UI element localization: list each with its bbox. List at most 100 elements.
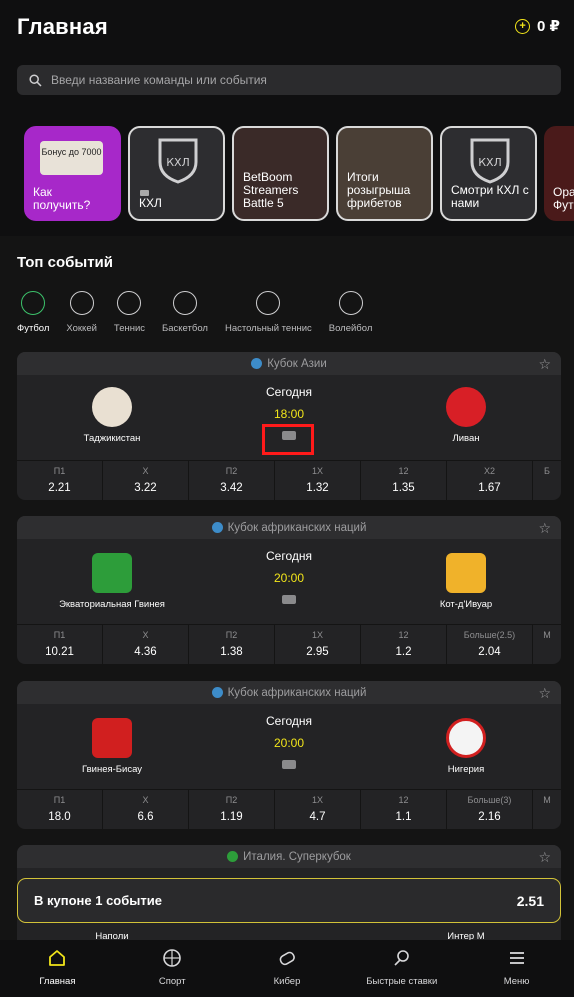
nav-label: Меню [503,976,530,987]
odd-button[interactable]: Больше(2.5) 2.04 [447,625,533,664]
search-bar[interactable] [17,65,561,95]
odd-value: 2.21 [48,482,71,494]
team-name: Кот-д'Ивуар [439,599,493,610]
promo-label: Оракул Футбол [553,185,574,212]
odd-label: Х [142,795,149,805]
highlight-box [262,424,314,455]
tab-hockey[interactable]: Хоккей [66,291,97,334]
balance-button[interactable]: + 0 ₽ [515,17,560,35]
promo-card-itogi[interactable]: Итоги розыгрыша фрибетов [336,126,433,221]
khl-logo-icon: КХЛ [158,138,198,184]
star-icon[interactable]: ☆ [538,520,551,537]
odd-label: 1Х [311,630,323,640]
team-logo [446,387,486,427]
nav-home[interactable]: Главная [0,940,115,997]
odd-button[interactable]: 1Х 1.32 [275,461,361,500]
menu-icon [509,952,524,964]
tab-table-tennis[interactable]: Настольный теннис [225,291,312,334]
odd-button[interactable]: Х 4.36 [103,625,189,664]
odd-button[interactable]: П2 3.42 [189,461,275,500]
odd-label: П2 [225,466,238,476]
away-team: Нигерия [396,718,536,775]
team-logo [92,718,132,758]
promo-card-orakul[interactable]: Оракул Футбол [544,126,574,221]
team-logo [92,553,132,593]
league-header: Кубок африканских наций ☆ [17,516,561,539]
promo-card-khl-watch[interactable]: КХЛ Смотри КХЛ с нами [440,126,537,221]
nav-menu[interactable]: Меню [459,940,574,997]
odd-button[interactable]: 1Х 4.7 [275,790,361,829]
home-team: Экваториальная Гвинея [42,553,182,610]
star-icon[interactable]: ☆ [538,849,551,866]
odd-button[interactable]: М [533,790,561,829]
match-hour: 20:00 [273,736,305,750]
odd-label: П1 [53,466,66,476]
page-title: Главная [17,14,108,39]
khl-logo-icon: КХЛ [470,138,510,184]
league-header: Кубок Азии ☆ [17,352,561,375]
nav-label: Спорт [158,976,186,987]
odd-value: 1.35 [392,482,415,494]
promo-card-bonus[interactable]: Бонус до 7000 Как получить? [24,126,121,221]
odd-button[interactable]: 12 1.35 [361,461,447,500]
odd-button[interactable]: Х 6.6 [103,790,189,829]
odd-button[interactable]: М [533,625,561,664]
nav-sport[interactable]: Спорт [115,940,230,997]
balance-value: 0 ₽ [537,18,560,35]
tab-label: Настольный теннис [224,323,312,334]
tennis-icon [117,291,142,315]
odd-button[interactable]: Б [533,461,561,500]
odd-label: Х2 [483,466,495,476]
odd-button[interactable]: П1 10.21 [17,625,103,664]
odd-button[interactable]: П2 1.38 [189,625,275,664]
odd-button[interactable]: П2 1.19 [189,790,275,829]
match-hour: 18:00 [273,407,305,421]
odd-button[interactable]: Х 3.22 [103,461,189,500]
star-icon[interactable]: ☆ [538,685,551,702]
svg-text:КХЛ: КХЛ [478,156,502,169]
match-card[interactable]: Кубок Азии ☆ Таджикистан Сегодня 18:00 Лив… [17,352,561,500]
coupon-bar[interactable]: В купоне 1 событие 2.51 [17,878,561,923]
odd-button[interactable]: 1Х 2.95 [275,625,361,664]
team-name: Нигерия [447,764,485,775]
odd-label: 1Х [311,795,323,805]
fast-bets-icon [394,950,409,966]
nav-fast-bets[interactable]: Быстрые ставки [344,940,459,997]
tv-icon[interactable] [282,595,296,604]
sport-tabs[interactable]: Футбол Хоккей Теннис Баскетбол Настольны… [17,291,389,334]
match-card[interactable]: Кубок африканских наций ☆ Гвинея-Бисау Се… [17,681,561,829]
nav-cyber[interactable]: Кибер [230,940,345,997]
odd-label: М [543,795,551,805]
odd-button[interactable]: Х2 1.67 [447,461,533,500]
tab-basketball[interactable]: Баскетбол [162,291,208,334]
hockey-icon [69,291,94,315]
tv-icon[interactable] [282,760,296,769]
promo-card-khl[interactable]: КХЛ КХЛ [128,126,225,221]
tab-tennis[interactable]: Теннис [114,291,145,334]
odd-value: 1.67 [478,482,501,494]
odd-button[interactable]: П1 2.21 [17,461,103,500]
match-time: Сегодня 20:00 [219,549,359,604]
search-input[interactable] [51,73,561,87]
tab-label: Волейбол [328,323,373,334]
bonus-badge: Бонус до 7000 [40,141,103,175]
tab-football[interactable]: Футбол [17,291,49,334]
volleyball-icon [338,291,363,315]
odd-button[interactable]: П1 18.0 [17,790,103,829]
star-icon[interactable]: ☆ [538,356,551,373]
promo-carousel[interactable]: Бонус до 7000 Как получить? КХЛ КХЛ BetB… [24,126,574,221]
odd-button[interactable]: 12 1.1 [361,790,447,829]
team-name: Гвинея-Бисау [81,764,143,775]
odd-label: П2 [225,795,238,805]
odd-button[interactable]: Больше(3) 2.16 [447,790,533,829]
team-logo [446,553,486,593]
tab-volleyball[interactable]: Волейбол [328,291,373,334]
odd-button[interactable]: 12 1.2 [361,625,447,664]
odd-value: 1.32 [306,482,329,494]
odds-row: П1 10.21 Х 4.36 П2 1.38 1Х 2.95 12 1.2 Больше… [17,624,561,664]
odd-label: 12 [398,795,409,805]
odd-value: 1.1 [395,811,412,823]
globe-icon [251,358,263,369]
promo-card-streamers[interactable]: BetBoom Streamers Battle 5 [232,126,329,221]
match-card[interactable]: Кубок африканских наций ☆ Экваториальная … [17,516,561,664]
